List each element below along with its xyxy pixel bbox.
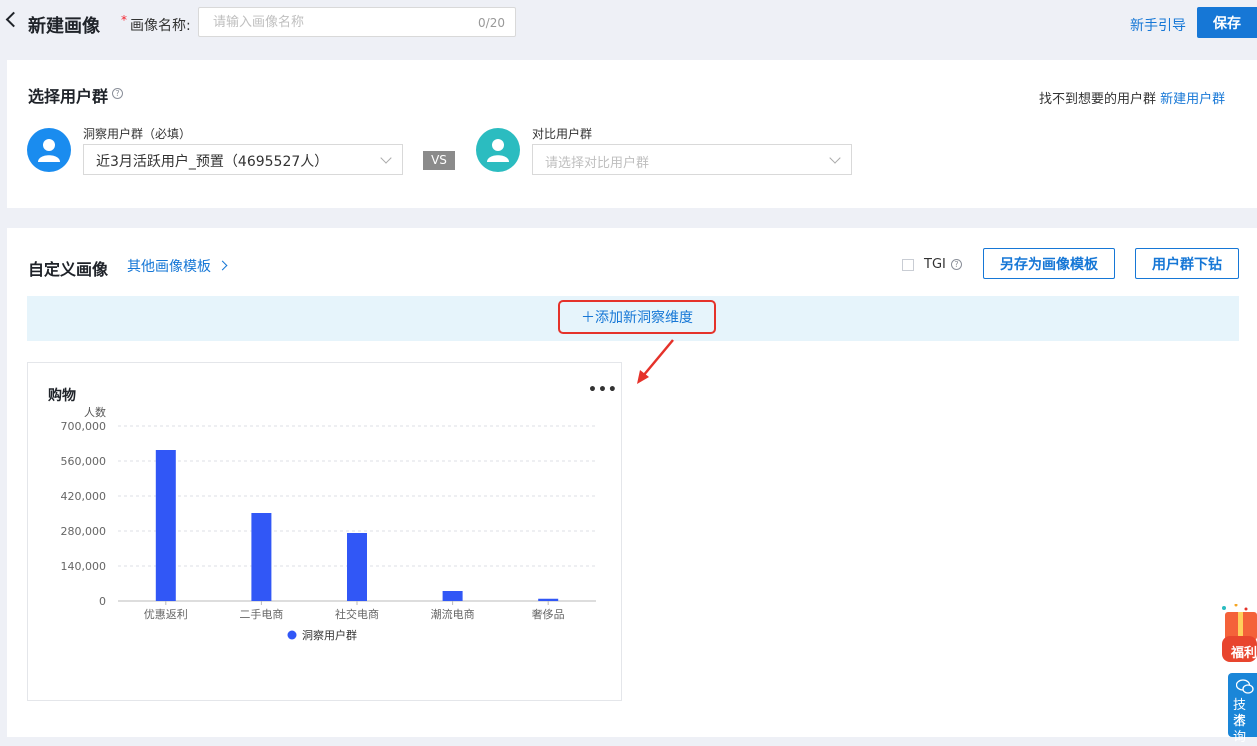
back-icon[interactable] (5, 11, 22, 28)
not-found-hint: 找不到想要的用户群 新建用户群 (1039, 88, 1225, 107)
name-label: 画像名称: (130, 18, 191, 34)
compare-group-select[interactable]: 请选择对比用户群 (532, 144, 852, 175)
insight-group-label: 洞察用户群（必填） (83, 127, 192, 141)
x-tick-label: 社交电商 (335, 607, 379, 621)
question-circle-icon[interactable]: ? (112, 88, 123, 99)
add-dimension-label: 添加新洞察维度 (595, 310, 693, 326)
tgi-label: TGI (924, 257, 946, 272)
annotation-arrow-icon (637, 339, 674, 384)
section-title-select: 选择用户群 (28, 87, 109, 106)
user-avatar-icon (476, 128, 520, 172)
x-tick-label: 潮流电商 (431, 607, 475, 621)
question-circle-icon[interactable]: ? (951, 259, 962, 270)
x-tick-label: 奢侈品 (532, 607, 565, 621)
guide-link[interactable]: 新手引导 (1130, 15, 1186, 35)
chart-title: 购物 (48, 388, 76, 404)
wechat-icon (1236, 679, 1254, 694)
chevron-down-icon (380, 152, 392, 164)
y-tick-label: 700,000 (61, 420, 107, 433)
custom-portrait-panel: 自定义画像 其他画像模板 TGI ? 另存为画像模板 用户群下钻 ＋添加新洞察维… (7, 228, 1257, 737)
name-input-box[interactable]: 0/20 (198, 7, 516, 37)
chart-card: 购物 ••• 人数 0 140,000 280,000 420,000 560,000 70… (27, 362, 622, 701)
add-dimension-button[interactable]: ＋添加新洞察维度 (558, 300, 716, 334)
new-group-link[interactable]: 新建用户群 (1160, 92, 1225, 107)
bar (442, 591, 463, 601)
bar (251, 513, 272, 601)
bar (538, 598, 559, 601)
save-button[interactable]: 保存 (1197, 7, 1257, 38)
y-tick-label: 0 (99, 595, 106, 608)
y-tick-label: 560,000 (61, 455, 107, 468)
more-dots-icon[interactable]: ••• (588, 382, 618, 398)
chevron-down-icon (829, 152, 841, 164)
compare-group-label: 对比用户群 (532, 127, 593, 141)
user-avatar-icon (27, 128, 71, 172)
bar-chart: 人数 0 140,000 280,000 420,000 560,000 700,000 优惠… (61, 406, 596, 642)
template-link-label[interactable]: 其他画像模板 (127, 259, 211, 275)
plus-icon: ＋ (581, 310, 595, 326)
select-group-panel: 选择用户群 ? 找不到想要的用户群 新建用户群 洞察用户群（必填） 近3月活跃用… (7, 60, 1257, 208)
support-float[interactable]: 技术 咨询 (1228, 673, 1257, 745)
name-counter: 0/20 (478, 16, 505, 30)
y-axis-label: 人数 (84, 406, 106, 419)
legend-marker (287, 630, 297, 640)
x-tick-label: 优惠返利 (144, 607, 188, 621)
name-input[interactable] (211, 14, 465, 31)
insight-group-value: 近3月活跃用户_预置（4695527人） (96, 154, 329, 170)
tgi-checkbox[interactable] (902, 259, 914, 271)
page-title: 新建画像 (28, 16, 100, 37)
not-found-text: 找不到想要的用户群 (1039, 92, 1157, 107)
insight-group-select[interactable]: 近3月活跃用户_预置（4695527人） (83, 144, 403, 175)
save-template-button[interactable]: 另存为画像模板 (983, 248, 1115, 279)
gift-label: 福利 (1231, 646, 1257, 661)
support-label-2: 咨询 (1233, 714, 1247, 745)
chevron-right-icon (218, 260, 228, 271)
vs-badge: VS (423, 151, 455, 170)
required-mark: * (121, 13, 127, 27)
gift-float[interactable]: 福利 (1222, 603, 1257, 662)
section-title-custom: 自定义画像 (28, 260, 109, 279)
bar (347, 533, 367, 601)
template-link[interactable]: 其他画像模板 (127, 256, 228, 276)
y-tick-label: 280,000 (61, 525, 107, 538)
y-tick-label: 420,000 (61, 490, 107, 503)
drilldown-button[interactable]: 用户群下钻 (1135, 248, 1239, 279)
x-tick-label: 二手电商 (239, 607, 283, 621)
y-tick-label: 140,000 (61, 560, 107, 573)
bar (155, 450, 176, 601)
legend-label: 洞察用户群 (302, 628, 357, 642)
compare-group-placeholder: 请选择对比用户群 (545, 156, 650, 171)
